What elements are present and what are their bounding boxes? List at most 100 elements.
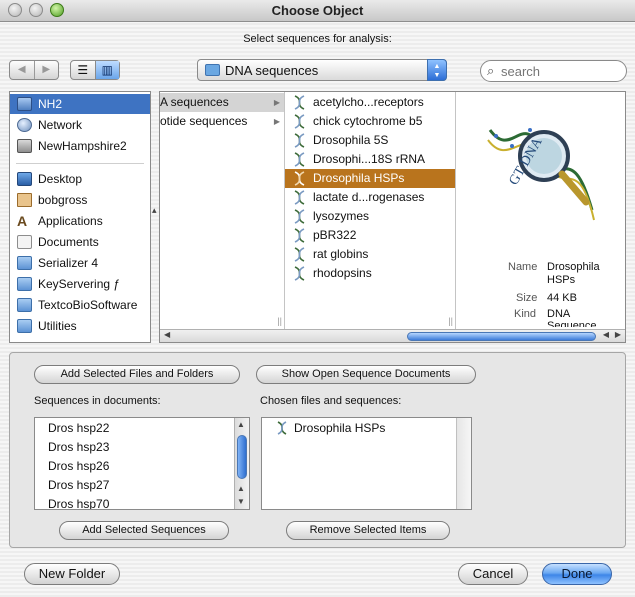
column-item-label: A sequences [160,95,229,109]
sidebar-item-newhampshire2[interactable]: NewHampshire2 [10,136,150,156]
sequence-file-item[interactable]: Drosophila HSPs [285,169,455,188]
sidebar-item-bobgross[interactable]: bobgross [10,190,150,210]
home-icon [17,193,32,207]
location-popup[interactable]: DNA sequences ▲ ▼ [197,59,447,81]
column-resize-grip[interactable]: || [277,316,282,326]
sidebar-divider [16,163,144,164]
show-open-documents-button[interactable]: Show Open Sequence Documents [256,365,476,384]
scroll-left-arrow-icon[interactable]: ◀ [603,330,609,339]
sidebar-item-label: Desktop [38,172,83,186]
chosen-item-label: Drosophila HSPs [294,421,386,435]
sequence-file-item[interactable]: chick cytochrome b5 [285,112,455,131]
list-view-button[interactable]: ☰ [71,61,96,79]
dialog-prompt: Select sequences for analysis: [243,33,392,45]
disclosure-arrow-icon: ▶ [273,117,280,126]
sidebar-item-label: NH2 [38,97,63,111]
search-field[interactable]: ⌕ [480,60,627,82]
sequence-file-item[interactable]: lactate d...rogenases [285,188,455,207]
dna-file-icon [294,228,305,243]
sequence-list-item[interactable]: Dros hsp27 [35,476,109,495]
sequence-file-item[interactable]: lysozymes [285,207,455,226]
folder-icon [17,319,32,333]
chosen-files-label: Chosen files and sequences: [260,395,402,407]
search-input[interactable] [499,63,619,79]
sidebar-item-documents[interactable]: Documents [10,232,150,252]
sidebar-item-utilities[interactable]: Utilities [10,316,150,336]
sequence-file-label: Drosophila HSPs [313,171,405,185]
forward-button[interactable]: ▶ [35,61,59,79]
sequence-file-item[interactable]: acetylcho...receptors [285,93,455,112]
sidebar-splitter-handle[interactable]: ▴ [152,205,157,216]
column-resize-grip[interactable]: || [448,316,453,326]
preview-size-value: 44 KB [547,292,577,304]
sequence-file-label: Drosophi...18S rRNA [313,152,426,166]
sequence-list-item[interactable]: Dros hsp23 [35,438,109,457]
dna-file-icon [294,247,305,262]
sequence-list-item[interactable]: Dros hsp22 [35,419,109,438]
back-button[interactable]: ◀ [10,61,35,79]
disclosure-arrow-icon: ▶ [273,98,280,107]
sidebar-item-label: Documents [38,235,99,249]
sidebar-item-serializer-4[interactable]: Serializer 4 [10,253,150,273]
folder-icon [17,256,32,270]
new-folder-button[interactable]: New Folder [24,563,120,585]
horizontal-scrollbar[interactable]: ◀ ◀ ▶ [160,329,625,342]
column-item-a-sequences[interactable]: A sequences ▶ [160,93,284,112]
sequence-file-item[interactable]: rhodopsins [285,264,455,283]
sidebar-item-label: bobgross [38,193,88,207]
sequence-list-item[interactable]: Dros hsp26 [35,457,109,476]
sidebar-item-keyservering[interactable]: KeyServering ƒ [10,274,150,294]
cancel-button[interactable]: Cancel [458,563,528,585]
scroll-thumb[interactable] [407,332,596,341]
add-selected-sequences-button[interactable]: Add Selected Sequences [59,521,229,540]
location-label: DNA sequences [225,63,319,78]
sequence-file-label: rhodopsins [313,266,372,280]
scroll-down-arrow-icon[interactable]: ▼ [237,497,245,506]
preview-kind-label: Kind [514,308,537,320]
column-view-button[interactable]: ▥ [95,61,119,79]
sequences-in-documents-list[interactable]: Dros hsp70 Dros hsp27 Dros hsp26 Dros hsp23… [34,417,250,510]
sequence-file-item[interactable]: pBR322 [285,226,455,245]
chosen-item[interactable]: Drosophila HSPs [262,419,385,438]
sequence-list-item[interactable]: Dros hsp70 [35,495,109,509]
sidebar-item-network[interactable]: Network [10,115,150,135]
folder-icon [205,64,220,76]
dna-file-icon [294,209,305,224]
sequence-file-item[interactable]: Drosophila 5S [285,131,455,150]
preview-size-label: Size [516,292,538,304]
network-globe-icon [17,118,32,132]
sequence-file-item[interactable]: rat globins [285,245,455,264]
scroll-left-arrow-icon[interactable]: ◀ [164,330,170,339]
dna-file-icon [294,266,305,281]
scroll-up-arrow-icon[interactable]: ▲ [237,484,245,493]
remove-selected-items-button[interactable]: Remove Selected Items [286,521,450,540]
hard-disk-icon [17,139,32,153]
dna-file-icon [294,190,305,205]
scroll-up-arrow-icon[interactable]: ▲ [237,420,245,429]
sidebar-item-label: KeyServering ƒ [38,277,121,291]
file-preview-pane: GT DNA Name Drosophila HSPs Size 44 KB K… [456,92,625,329]
vertical-scrollbar[interactable]: ▲ ▲ ▼ [234,418,249,509]
browser-column-2: || acetylcho...receptors chick cytochrome… [285,92,456,329]
sidebar-item-desktop[interactable]: Desktop [10,169,150,189]
dna-file-icon [294,95,305,110]
chosen-files-list[interactable]: Drosophila HSPs [261,417,472,510]
sidebar-item-label: Utilities [38,319,77,333]
sidebar-item-applications[interactable]: A Applications [10,211,150,231]
view-mode-control: ☰ ▥ [70,60,120,80]
add-selected-files-button[interactable]: Add Selected Files and Folders [34,365,240,384]
sidebar-item-nh2[interactable]: NH2 [10,94,150,114]
vertical-scrollbar[interactable] [456,418,471,509]
sidebar: NH2 Network NewHampshire2 Desktop bobgro… [9,91,151,343]
sequence-file-item[interactable]: Drosophi...18S rRNA [285,150,455,169]
dna-file-icon [294,114,305,129]
sequences-in-documents-label: Sequences in documents: [34,395,161,407]
dna-document-preview-icon: GT DNA [487,128,595,221]
column-item-otide-sequences[interactable]: otide sequences ▶ [160,112,284,131]
scroll-right-arrow-icon[interactable]: ▶ [615,330,621,339]
sidebar-item-textcobiosoftware[interactable]: TextcoBioSoftware [10,295,150,315]
scroll-thumb[interactable] [237,435,247,479]
preview-kind-value: DNA [547,308,571,320]
desktop-icon [17,172,32,186]
done-button[interactable]: Done [542,563,612,585]
